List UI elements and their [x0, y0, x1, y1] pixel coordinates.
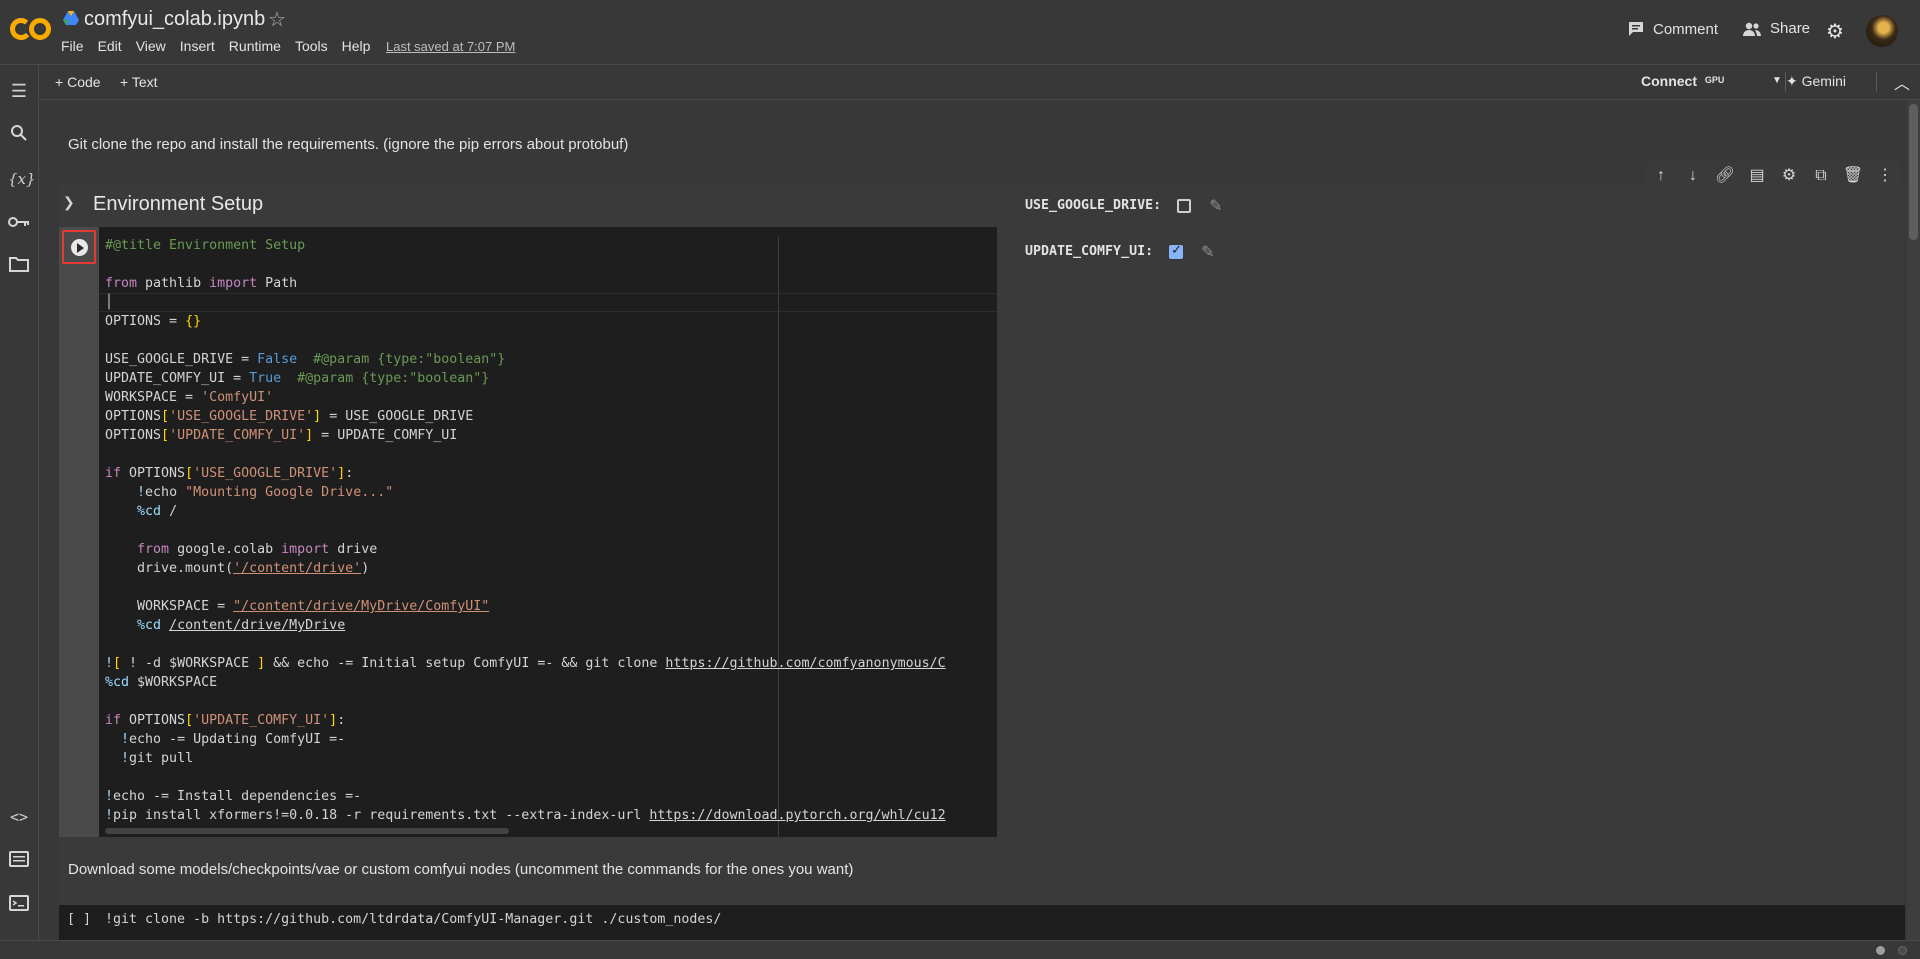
- cell-gutter: [59, 227, 99, 837]
- code-snippets-icon[interactable]: <>: [8, 806, 30, 828]
- left-rail: ☰ {x} <>: [0, 65, 39, 958]
- form-row-use-google-drive: USE_GOOGLE_DRIVE: ✎: [1025, 196, 1223, 215]
- move-down-icon[interactable]: ↓: [1677, 161, 1709, 191]
- form-row-update-comfy-ui: UPDATE_COMFY_UI: ✎: [1025, 242, 1215, 261]
- files-folder-icon[interactable]: [8, 255, 30, 277]
- pencil-edit-icon[interactable]: ✎: [1209, 196, 1222, 215]
- run-cell-button[interactable]: [62, 230, 96, 264]
- link-icon[interactable]: 🔗︎: [1709, 161, 1741, 191]
- menu-bar: File Edit View Insert Runtime Tools Help: [61, 38, 384, 54]
- intro-text: Git clone the repo and install the requi…: [68, 136, 629, 153]
- gemini-label: Gemini: [1801, 73, 1846, 89]
- cell-execution-status[interactable]: [ ]: [67, 912, 91, 927]
- update-comfy-ui-checkbox[interactable]: [1169, 243, 1184, 259]
- comment-icon[interactable]: ▤: [1741, 161, 1773, 191]
- gear-icon[interactable]: ⚙: [1826, 19, 1844, 44]
- collapse-header-icon[interactable]: ︿: [1894, 70, 1910, 94]
- vertical-scrollbar[interactable]: [1907, 100, 1920, 940]
- horizontal-scrollbar[interactable]: [105, 828, 509, 834]
- comment-label: Comment: [1653, 20, 1719, 38]
- colab-logo[interactable]: [10, 14, 52, 44]
- variables-icon[interactable]: {x}: [8, 168, 36, 190]
- status-dot-icon: [1898, 946, 1907, 955]
- star-icon[interactable]: ☆: [268, 7, 286, 32]
- code-editor[interactable]: #@title Environment Setup from pathlib i…: [99, 227, 997, 837]
- gpu-label: GPU: [1704, 75, 1725, 85]
- toolbar-divider: [1876, 72, 1877, 92]
- menu-view[interactable]: View: [136, 38, 166, 54]
- use-google-drive-checkbox[interactable]: [1177, 198, 1192, 213]
- command-palette-icon[interactable]: [8, 850, 30, 872]
- mirror-cell-icon[interactable]: ⧉: [1805, 161, 1837, 191]
- menu-insert[interactable]: Insert: [180, 38, 215, 54]
- cell-2-code[interactable]: !git clone -b https://github.com/ltdrdat…: [105, 912, 721, 927]
- notebook-title[interactable]: comfyui_colab.ipynb: [84, 8, 265, 31]
- menu-file[interactable]: File: [61, 38, 84, 54]
- connect-label: Connect: [1641, 73, 1697, 89]
- scroll-thumb[interactable]: [1909, 104, 1918, 240]
- add-text-label: Text: [131, 74, 158, 90]
- update-comfy-ui-label: UPDATE_COMFY_UI:: [1025, 244, 1154, 259]
- share-button[interactable]: Share: [1742, 20, 1810, 37]
- secrets-key-icon[interactable]: [8, 212, 30, 234]
- add-code-button[interactable]: + Code: [55, 74, 101, 90]
- use-google-drive-label: USE_GOOGLE_DRIVE:: [1025, 198, 1162, 213]
- chevron-down-icon[interactable]: ▼: [1772, 75, 1782, 86]
- menu-help[interactable]: Help: [342, 38, 371, 54]
- share-label: Share: [1770, 20, 1811, 37]
- search-icon[interactable]: [8, 124, 30, 146]
- code-cell-2[interactable]: [ ] !git clone -b https://github.com/ltd…: [59, 905, 1905, 940]
- code-text[interactable]: #@title Environment Setup from pathlib i…: [105, 236, 946, 825]
- last-saved-link[interactable]: Last saved at 7:07 PM: [386, 39, 515, 54]
- add-text-button[interactable]: + Text: [120, 74, 158, 90]
- play-triangle: [77, 243, 84, 253]
- settings-icon[interactable]: ⚙: [1773, 161, 1805, 191]
- avatar[interactable]: [1866, 15, 1898, 47]
- move-up-icon[interactable]: ↑: [1645, 161, 1677, 191]
- cell-toolbar: ↑ ↓ 🔗︎ ▤ ⚙ ⧉ 🗑︎ ⋮: [1645, 161, 1901, 191]
- comment-icon: [1629, 22, 1643, 36]
- terminal-icon[interactable]: [8, 894, 30, 916]
- status-dot-icon: [1876, 946, 1885, 955]
- status-bar: [0, 940, 1920, 959]
- table-of-contents-icon[interactable]: ☰: [8, 80, 30, 102]
- delete-icon[interactable]: 🗑︎: [1837, 161, 1869, 191]
- more-icon[interactable]: ⋮: [1869, 161, 1901, 191]
- share-people-icon: [1743, 22, 1761, 36]
- gemini-button[interactable]: ✦ Gemini: [1786, 73, 1846, 90]
- add-code-label: Code: [67, 74, 101, 90]
- notebook-content: Git clone the repo and install the requi…: [39, 100, 1905, 940]
- notebook-toolbar: + Code + Text Connect GPU ▼ ✦ Gemini ︿: [39, 65, 1920, 100]
- menu-edit[interactable]: Edit: [98, 38, 122, 54]
- google-drive-icon[interactable]: [63, 11, 79, 25]
- pencil-edit-icon[interactable]: ✎: [1201, 242, 1214, 261]
- menu-tools[interactable]: Tools: [295, 38, 328, 54]
- comment-button[interactable]: Comment: [1627, 20, 1718, 38]
- connect-button[interactable]: Connect GPU: [1641, 73, 1724, 89]
- plus-icon: +: [120, 74, 129, 90]
- download-text: Download some models/checkpoints/vae or …: [68, 861, 854, 878]
- collapse-section-icon[interactable]: ❯: [63, 194, 75, 211]
- gemini-sparkle-icon: ✦: [1786, 73, 1798, 89]
- section-title: Environment Setup: [93, 193, 264, 215]
- menu-runtime[interactable]: Runtime: [229, 38, 281, 54]
- app-header: comfyui_colab.ipynb ☆ File Edit View Ins…: [0, 0, 1920, 65]
- plus-icon: +: [55, 74, 64, 90]
